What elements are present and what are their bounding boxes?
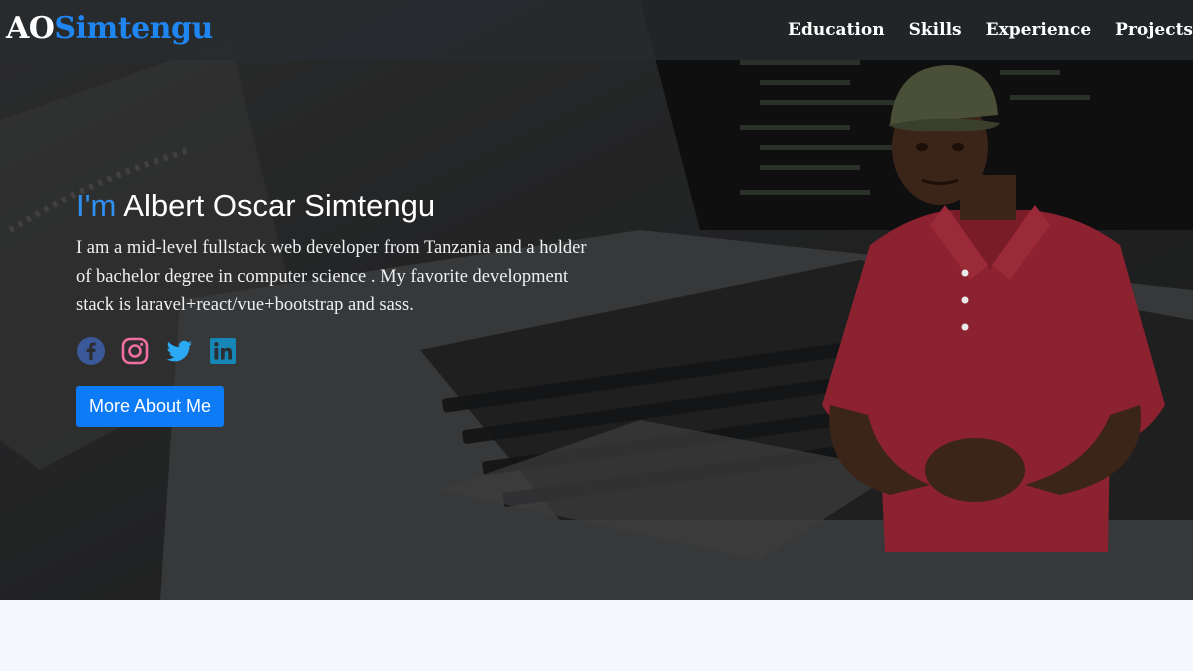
social-links: [76, 336, 616, 366]
nav-item-experience[interactable]: Experience: [986, 18, 1092, 42]
linkedin-link[interactable]: [208, 336, 238, 366]
more-about-me-button[interactable]: More About Me: [76, 385, 225, 427]
nav-item-projects[interactable]: Projects: [1115, 18, 1193, 42]
bio-text: I am a mid-level fullstack web developer…: [76, 238, 587, 315]
logo-initials: AO: [6, 11, 55, 46]
site-logo[interactable]: AOSimtengu: [6, 10, 213, 48]
hero-section: AOSimtengu Education Skills Experience P…: [0, 0, 1193, 600]
intro-block: I'm Albert Oscar Simtengu I am a mid-lev…: [76, 186, 616, 427]
full-name: Albert Oscar Simtengu: [123, 188, 436, 223]
facebook-link[interactable]: [76, 336, 106, 366]
hero-headline: I'm Albert Oscar Simtengu: [76, 186, 616, 226]
nav-item-education[interactable]: Education: [788, 18, 885, 42]
linkedin-icon: [210, 337, 236, 364]
profile-photo: [822, 65, 1165, 552]
top-navbar: AOSimtengu Education Skills Experience P…: [0, 0, 1193, 60]
twitter-icon: [166, 340, 192, 361]
instagram-link[interactable]: [120, 336, 150, 366]
twitter-link[interactable]: [164, 336, 194, 366]
instagram-icon: [121, 337, 149, 364]
greeting-text: I'm: [76, 188, 117, 223]
facebook-icon: [77, 336, 105, 365]
next-section-background: [0, 600, 1193, 671]
nav-item-skills[interactable]: Skills: [909, 18, 962, 42]
nav-menu: Education Skills Experience Projects abo…: [788, 18, 1193, 42]
logo-surname: Simtengu: [54, 11, 213, 46]
